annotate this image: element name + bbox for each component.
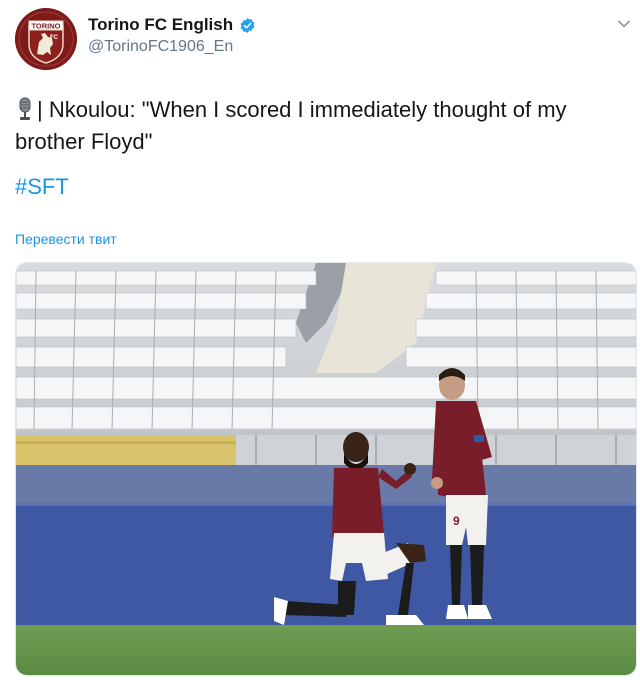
chevron-down-icon[interactable] (616, 16, 632, 32)
author-handle[interactable]: @TorinoFC1906_En (88, 38, 233, 56)
translate-tweet-link[interactable]: Перевести твит (15, 231, 117, 247)
author-name-row[interactable]: Torino FC English (88, 15, 256, 35)
avatar[interactable]: TORINO FC (15, 8, 77, 70)
tweet-photo[interactable]: 9 (15, 262, 637, 676)
stadium-photo: 9 (16, 263, 636, 675)
verified-badge-icon (240, 17, 255, 33)
hashtag-link[interactable]: #SFT (15, 174, 69, 200)
tweet-body: | Nkoulou: "When I scored I immediately … (15, 97, 567, 154)
tweet-text: | Nkoulou: "When I scored I immediately … (15, 94, 615, 158)
studio-microphone-icon (19, 97, 31, 120)
display-name[interactable]: Torino FC English (88, 15, 233, 35)
avatar-badge-text: TORINO (31, 22, 60, 31)
player-number: 9 (453, 514, 460, 528)
